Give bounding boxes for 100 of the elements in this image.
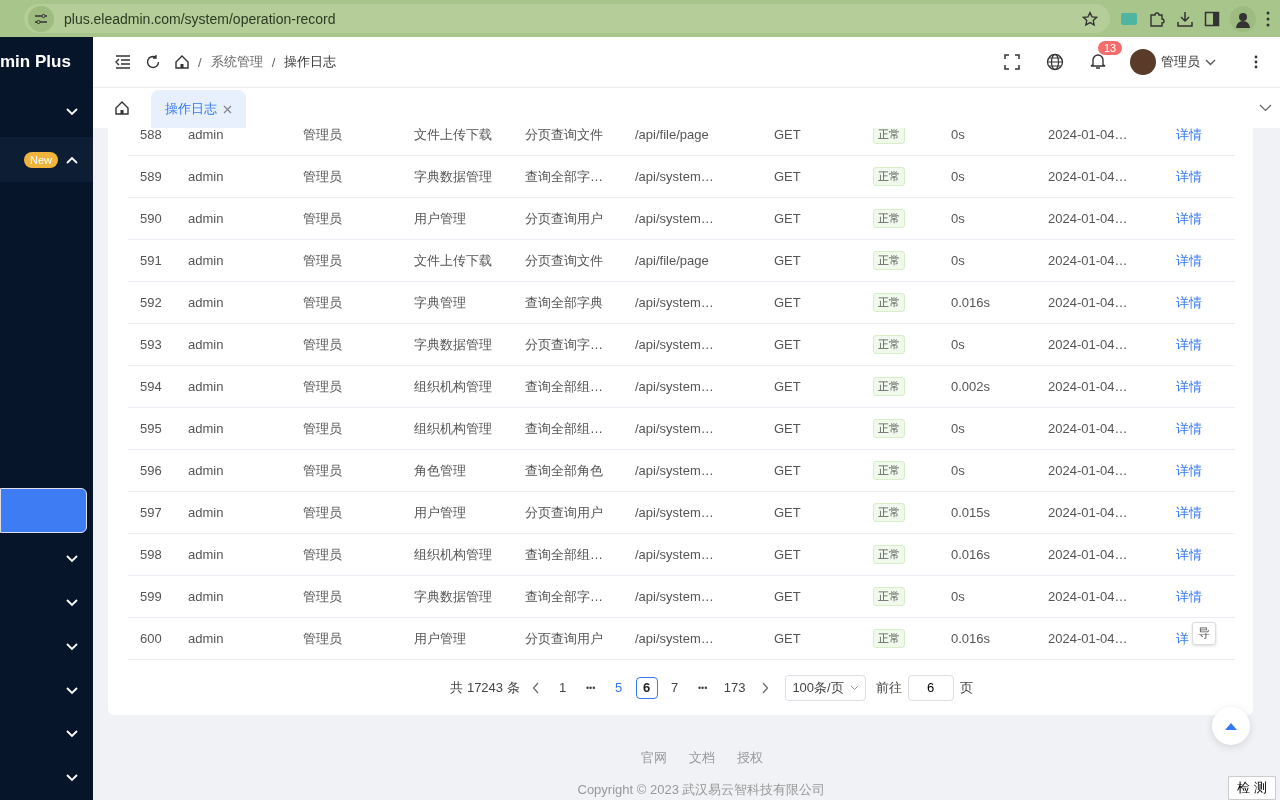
chevron-left-icon[interactable]: [531, 681, 540, 694]
more-icon[interactable]: [1266, 10, 1270, 27]
home-icon[interactable]: [175, 55, 189, 69]
close-icon[interactable]: [223, 104, 232, 114]
page-tab[interactable]: 操作日志: [151, 90, 246, 128]
site-settings-icon[interactable]: [28, 5, 54, 32]
puzzle-icon[interactable]: [1148, 9, 1166, 28]
details-link[interactable]: 详情: [1176, 377, 1202, 396]
tooltip: 导: [1192, 622, 1216, 645]
table-cell-text: 管理员: [303, 419, 343, 438]
table-cell-text: GET: [774, 379, 802, 394]
fullscreen-icon[interactable]: [1004, 54, 1020, 70]
side-panel-icon[interactable]: [1204, 10, 1220, 27]
avatar[interactable]: [1130, 49, 1156, 75]
more-pages-button[interactable]: •••: [691, 676, 714, 699]
chevron-down-icon: [66, 107, 78, 116]
chevron-up-icon: [66, 155, 78, 164]
page-button[interactable]: 5: [607, 676, 630, 699]
status-tag: 正常: [873, 545, 905, 564]
table-cell-text: 查询全部组…: [525, 545, 604, 564]
copyright-text: Copyright © 2023 武汉易云智科技有限公司: [577, 781, 826, 799]
table-cell-text: /api/system…: [635, 505, 715, 520]
menu-fold-icon[interactable]: [115, 55, 131, 69]
table-cell-text: 分页查询用户: [525, 629, 604, 648]
more-icon[interactable]: [1254, 55, 1258, 69]
user-name[interactable]: 管理员: [1161, 53, 1200, 71]
chevron-down-icon: [66, 730, 78, 739]
table-cell-text: 0s: [951, 337, 966, 352]
table-cell-text: 0s: [951, 589, 966, 604]
table-cell-text: 594: [139, 379, 163, 394]
table-cell-text: /api/system…: [635, 337, 715, 352]
breadcrumb-separator: /: [198, 54, 202, 70]
footer-link[interactable]: 官网: [640, 749, 667, 767]
details-link[interactable]: 详情: [1176, 128, 1202, 144]
table-cell-text: admin: [188, 295, 225, 310]
chevron-down-icon: [849, 684, 859, 691]
status-tag: 正常: [873, 209, 905, 228]
table-cell-text: admin: [188, 128, 225, 142]
chevron-right-icon[interactable]: [761, 681, 770, 694]
page-button[interactable]: 7: [663, 676, 686, 699]
table-cell-text: 管理员: [303, 167, 343, 186]
table-cell-text: 2024-01-04…: [1048, 463, 1129, 478]
chevron-down-icon[interactable]: [1205, 58, 1216, 66]
page-size-select[interactable]: 100条/页: [785, 674, 866, 701]
home-icon[interactable]: [115, 101, 129, 115]
table-cell-text: admin: [188, 421, 225, 436]
table-cell-text: 文件上传下载: [414, 251, 493, 270]
download-icon[interactable]: [1176, 9, 1194, 28]
detect-button[interactable]: 检 测: [1228, 776, 1276, 800]
star-icon[interactable]: [1082, 10, 1098, 27]
breadcrumb-item[interactable]: 系统管理: [210, 53, 263, 71]
bell-icon[interactable]: [1090, 51, 1106, 70]
details-link[interactable]: 详情: [1176, 461, 1202, 480]
details-link[interactable]: 详情: [1176, 167, 1202, 186]
details-link[interactable]: 详情: [1176, 335, 1202, 354]
page-button[interactable]: 1: [551, 676, 574, 699]
page-button[interactable]: 6: [635, 676, 658, 699]
table-cell-text: GET: [774, 253, 802, 268]
table-cell-text: /api/system…: [635, 589, 715, 604]
app-logo-text: min Plus: [0, 50, 72, 73]
table-cell-text: 0s: [951, 211, 966, 226]
footer-link[interactable]: 文档: [688, 749, 715, 767]
details-link[interactable]: 详情: [1176, 419, 1202, 438]
table-cell-text: GET: [774, 631, 802, 646]
table-cell-text: 字典数据管理: [414, 335, 493, 354]
details-link[interactable]: 详情: [1176, 209, 1202, 228]
table-cell-text: 查询全部组…: [525, 377, 604, 396]
table-cell-text: admin: [188, 547, 225, 562]
chevron-down-icon[interactable]: [1259, 104, 1272, 112]
profile-avatar[interactable]: [1230, 5, 1256, 32]
details-link[interactable]: 详情: [1176, 251, 1202, 270]
table-cell-text: 2024-01-04…: [1048, 253, 1129, 268]
table-cell-text: 查询全部组…: [525, 419, 604, 438]
details-link[interactable]: 详情: [1176, 293, 1202, 312]
details-link[interactable]: 详情: [1176, 545, 1202, 564]
refresh-icon[interactable]: [145, 54, 161, 70]
details-link[interactable]: 详: [1176, 629, 1189, 648]
details-link[interactable]: 详情: [1176, 503, 1202, 522]
table-cell-text: admin: [188, 505, 225, 520]
table-cell-text: 字典数据管理: [414, 587, 493, 606]
goto-page-field[interactable]: 6: [907, 674, 954, 701]
table-cell-text: 593: [139, 337, 163, 352]
goto-label: 前往: [875, 678, 902, 697]
table-cell-text: 591: [139, 253, 163, 268]
table-cell-text: 用户管理: [414, 629, 467, 648]
chevron-down-icon: [66, 555, 78, 564]
breadcrumb-separator: /: [271, 54, 276, 70]
table-cell-text: admin: [188, 463, 225, 478]
table-cell-text: 598: [139, 547, 163, 562]
footer-link[interactable]: 授权: [736, 749, 763, 767]
page-button[interactable]: 173: [719, 676, 750, 699]
table-cell-text: 0s: [951, 421, 966, 436]
table-cell-text: GET: [774, 547, 802, 562]
more-pages-button[interactable]: •••: [579, 676, 602, 699]
status-tag: 正常: [873, 461, 905, 480]
table-cell-text: 查询全部字…: [525, 587, 604, 606]
sidebar-menu-item[interactable]: [0, 488, 87, 534]
back-to-top-button[interactable]: [1212, 707, 1250, 745]
globe-icon[interactable]: [1046, 53, 1064, 71]
details-link[interactable]: 详情: [1176, 587, 1202, 606]
